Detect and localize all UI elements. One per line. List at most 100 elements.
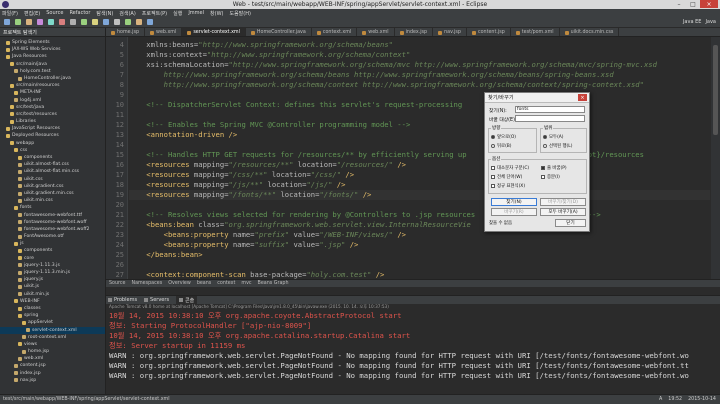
tree-item[interactable]: FontAwesome.otf — [0, 233, 105, 240]
menu-item[interactable]: 창(W) — [210, 10, 223, 17]
whole-word-checkbox[interactable]: 전체 단어(W) — [491, 174, 522, 180]
editor-tab[interactable]: test/pom.xml — [511, 28, 560, 36]
tree-item[interactable]: Libraries — [0, 118, 105, 125]
editor-tab[interactable]: servlet-context.xml — [182, 28, 246, 36]
menu-item[interactable]: 검색(A) — [119, 10, 136, 17]
editor-page-tab[interactable]: Source — [109, 281, 125, 286]
scope-all-radio[interactable]: 모두(A) — [543, 134, 564, 140]
dialog-close-button[interactable]: 닫기 — [555, 219, 586, 227]
replace-all-button[interactable]: 모두 바꾸기(A) — [540, 208, 586, 216]
tree-item[interactable]: appServlet — [0, 319, 105, 326]
tree-item[interactable]: Spring Elements — [0, 39, 105, 46]
toolbar-button-icon[interactable] — [92, 19, 98, 25]
case-sensitive-checkbox[interactable]: 대소문자 구분(C) — [491, 165, 529, 171]
tree-item[interactable]: uikit.almost-flat.min.css — [0, 168, 105, 175]
tree-item[interactable]: js — [0, 240, 105, 247]
direction-forward-radio[interactable]: 앞으로(O) — [491, 134, 516, 140]
editor-tab[interactable]: uikit.docs.min.css — [560, 28, 620, 36]
tree-item[interactable]: index.jsp — [0, 370, 105, 377]
menu-item[interactable]: 파일(F) — [2, 10, 18, 17]
tree-item[interactable]: src/main/java — [0, 61, 105, 68]
toolbar-button-icon[interactable] — [114, 19, 120, 25]
tree-item[interactable]: spring — [0, 312, 105, 319]
editor-tab[interactable]: content.jsp — [467, 28, 511, 36]
tree-item[interactable]: fontawesome-webfont.woff2 — [0, 226, 105, 233]
incremental-checkbox[interactable]: 증분(I) — [541, 174, 560, 180]
editor-tab[interactable]: web.xml — [145, 28, 183, 36]
tree-item[interactable]: classes — [0, 305, 105, 312]
toolbar-button-icon[interactable] — [136, 19, 142, 25]
tree-item[interactable]: JAX-WS Web Services — [0, 46, 105, 53]
code-area[interactable]: xmlns:beans="http://www.springframework.… — [129, 37, 710, 279]
menu-item[interactable]: 도움말(H) — [229, 10, 250, 17]
tree-item[interactable]: root-context.xml — [0, 334, 105, 341]
toolbar-button-icon[interactable] — [147, 19, 153, 25]
perspective-java-ee[interactable]: Java EE — [683, 19, 701, 25]
tree-item[interactable]: uikit.gradient.css — [0, 183, 105, 190]
editor-tab[interactable]: nav.jsp — [433, 28, 467, 36]
editor-page-tab[interactable]: mvc — [241, 281, 251, 286]
toolbar-button-icon[interactable] — [81, 19, 87, 25]
tree-item[interactable]: components — [0, 154, 105, 161]
wrap-search-checkbox[interactable]: 줄 바꿈(P) — [541, 165, 567, 171]
view-tab[interactable]: Servers — [144, 297, 169, 303]
scope-selected-lines-radio[interactable]: 선택된 행(L) — [543, 143, 572, 149]
menu-item[interactable]: Source — [46, 10, 63, 16]
close-icon[interactable]: × — [700, 0, 718, 8]
tree-item[interactable]: src/main/resources — [0, 82, 105, 89]
direction-backward-radio[interactable]: 뒤로(B) — [491, 143, 512, 149]
tree-item[interactable]: components — [0, 247, 105, 254]
tree-item[interactable]: jquery-1.11.3.js — [0, 262, 105, 269]
menu-item[interactable]: 탐색(N) — [96, 10, 113, 17]
dialog-close-icon[interactable]: × — [578, 94, 587, 101]
tree-item[interactable]: uikit.css — [0, 176, 105, 183]
toolbar-button-icon[interactable] — [4, 19, 10, 25]
view-tab[interactable]: Problems — [108, 297, 137, 303]
tree-item[interactable]: log4j.xml — [0, 97, 105, 104]
editor-tab[interactable]: web.xml — [357, 28, 395, 36]
menu-item[interactable]: Jmmel — [188, 10, 204, 16]
toolbar-button-icon[interactable] — [70, 19, 76, 25]
tree-item[interactable]: uikit.almost-flat.css — [0, 161, 105, 168]
editor-tab[interactable]: home.jsp — [106, 28, 146, 36]
tree-item[interactable]: fonts — [0, 204, 105, 211]
tree-item[interactable]: JavaScript Resources — [0, 125, 105, 132]
tree-item[interactable]: fontawesome-webfont.ttf — [0, 212, 105, 219]
minimize-icon[interactable]: – — [672, 0, 686, 8]
toolbar-button-icon[interactable] — [59, 19, 65, 25]
tree-item[interactable]: css — [0, 147, 105, 154]
code-editor[interactable]: 4 5 6 7 8 9 10 11 12 13 14 15 16 17 18 19 20 21 22 23 24 25 26… — [106, 37, 720, 279]
perspective-java[interactable]: Java — [705, 19, 716, 25]
console-output[interactable]: 10월 14, 2015 10:38:10 오후 org.apache.coyo… — [106, 311, 720, 394]
editor-page-tab[interactable]: context — [217, 281, 235, 286]
tree-item[interactable]: Deployed Resources — [0, 132, 105, 139]
editor-tab[interactable]: HomeController.java — [246, 28, 312, 36]
tree-item[interactable]: servlet-context.xml — [0, 326, 105, 334]
replace-button[interactable]: 바꾸기(R) — [491, 208, 537, 216]
scrollbar-thumb[interactable] — [713, 45, 718, 135]
toolbar-button-icon[interactable] — [26, 19, 32, 25]
maximize-icon[interactable]: □ — [686, 0, 700, 8]
tree-item[interactable]: uikit.gradient.min.css — [0, 190, 105, 197]
replace-input[interactable] — [515, 115, 585, 122]
tree-item[interactable]: HomeController.java — [0, 75, 105, 82]
tree-item[interactable]: views — [0, 341, 105, 348]
replace-find-button[interactable]: 바꾸기/찾기(D) — [540, 198, 586, 206]
tree-item[interactable]: fontawesome-webfont.woff — [0, 219, 105, 226]
toolbar-button-icon[interactable] — [48, 19, 54, 25]
tree-item[interactable]: holy.com.test — [0, 68, 105, 75]
editor-page-tab[interactable]: beans — [197, 281, 211, 286]
find-input[interactable]: fonts — [515, 106, 585, 113]
tree-item[interactable]: META-INF — [0, 89, 105, 96]
tree-item[interactable]: jquery.js — [0, 276, 105, 283]
toolbar-button-icon[interactable] — [15, 19, 21, 25]
editor-page-tab[interactable]: Overview — [168, 281, 191, 286]
menu-item[interactable]: Refactor — [69, 10, 90, 16]
tree-item[interactable]: WEB-INF — [0, 298, 105, 305]
tree-item[interactable]: jquery-1.11.3.min.js — [0, 269, 105, 276]
editor-scrollbar[interactable] — [711, 37, 720, 279]
tree-item[interactable]: webapp — [0, 140, 105, 147]
menu-item[interactable]: 편집(E) — [24, 10, 40, 17]
tree-item[interactable]: uikit.min.css — [0, 197, 105, 204]
editor-page-tab[interactable]: Namespaces — [131, 281, 162, 286]
